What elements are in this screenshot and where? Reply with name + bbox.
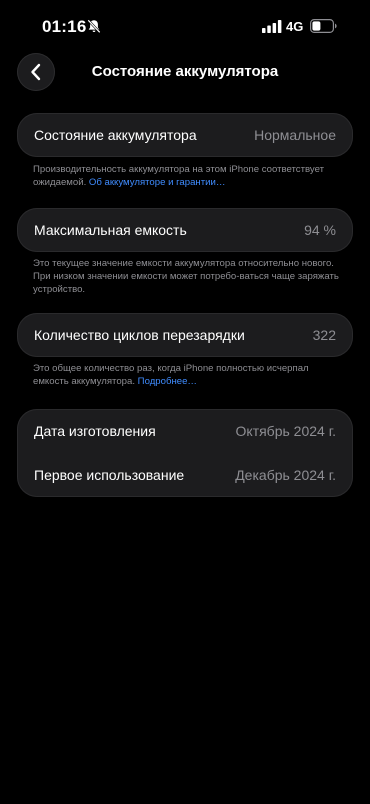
first-use-value: Декабрь 2024 г. [235,467,336,483]
manufacture-date-value: Октябрь 2024 г. [235,423,336,439]
battery-health-value: Нормальное [254,127,336,143]
max-capacity-label: Максимальная емкость [34,222,187,238]
page-title: Состояние аккумулятора [91,63,279,80]
bell-slash-icon [87,19,101,34]
cycle-count-label: Количество циклов перезарядки [34,327,245,343]
cycle-count-row: Количество циклов перезарядки 322 [17,313,353,357]
max-capacity-group: Максимальная емкость 94 % [17,208,353,252]
cycle-count-group: Количество циклов перезарядки 322 [17,313,353,357]
cellular-signal-icon [262,20,282,33]
battery-warranty-link[interactable]: Об аккумуляторе и гарантии… [89,177,226,188]
battery-health-label: Состояние аккумулятора [34,127,197,143]
max-capacity-footnote: Это текущее значение емкости аккумулятор… [33,258,339,295]
first-use-label: Первое использование [34,467,185,483]
manufacture-date-label: Дата изготовления [34,423,156,439]
battery-health-footnote: Производительность аккумулятора на этом … [33,163,343,189]
max-capacity-row: Максимальная емкость 94 % [17,208,353,252]
dates-group: Дата изготовления Октябрь 2024 г. Первое… [17,409,353,497]
manufacture-date-row: Дата изготовления Октябрь 2024 г. [17,409,353,453]
battery-health-group: Состояние аккумулятора Нормальное [17,113,353,157]
navigation-bar: Состояние аккумулятора [0,50,370,94]
max-capacity-value: 94 % [304,222,336,238]
first-use-row: Первое использование Декабрь 2024 г. [17,453,353,497]
battery-icon [310,19,337,33]
learn-more-link[interactable]: Подробнее… [138,376,197,387]
status-bar: 01:16 4G [0,0,370,52]
status-time: 01:16 [42,17,87,36]
network-type: 4G [286,19,304,34]
cycle-count-footnote: Это общее количество раз, когда iPhone п… [33,362,343,388]
cycle-count-value: 322 [312,327,336,343]
battery-health-row: Состояние аккумулятора Нормальное [17,113,353,157]
